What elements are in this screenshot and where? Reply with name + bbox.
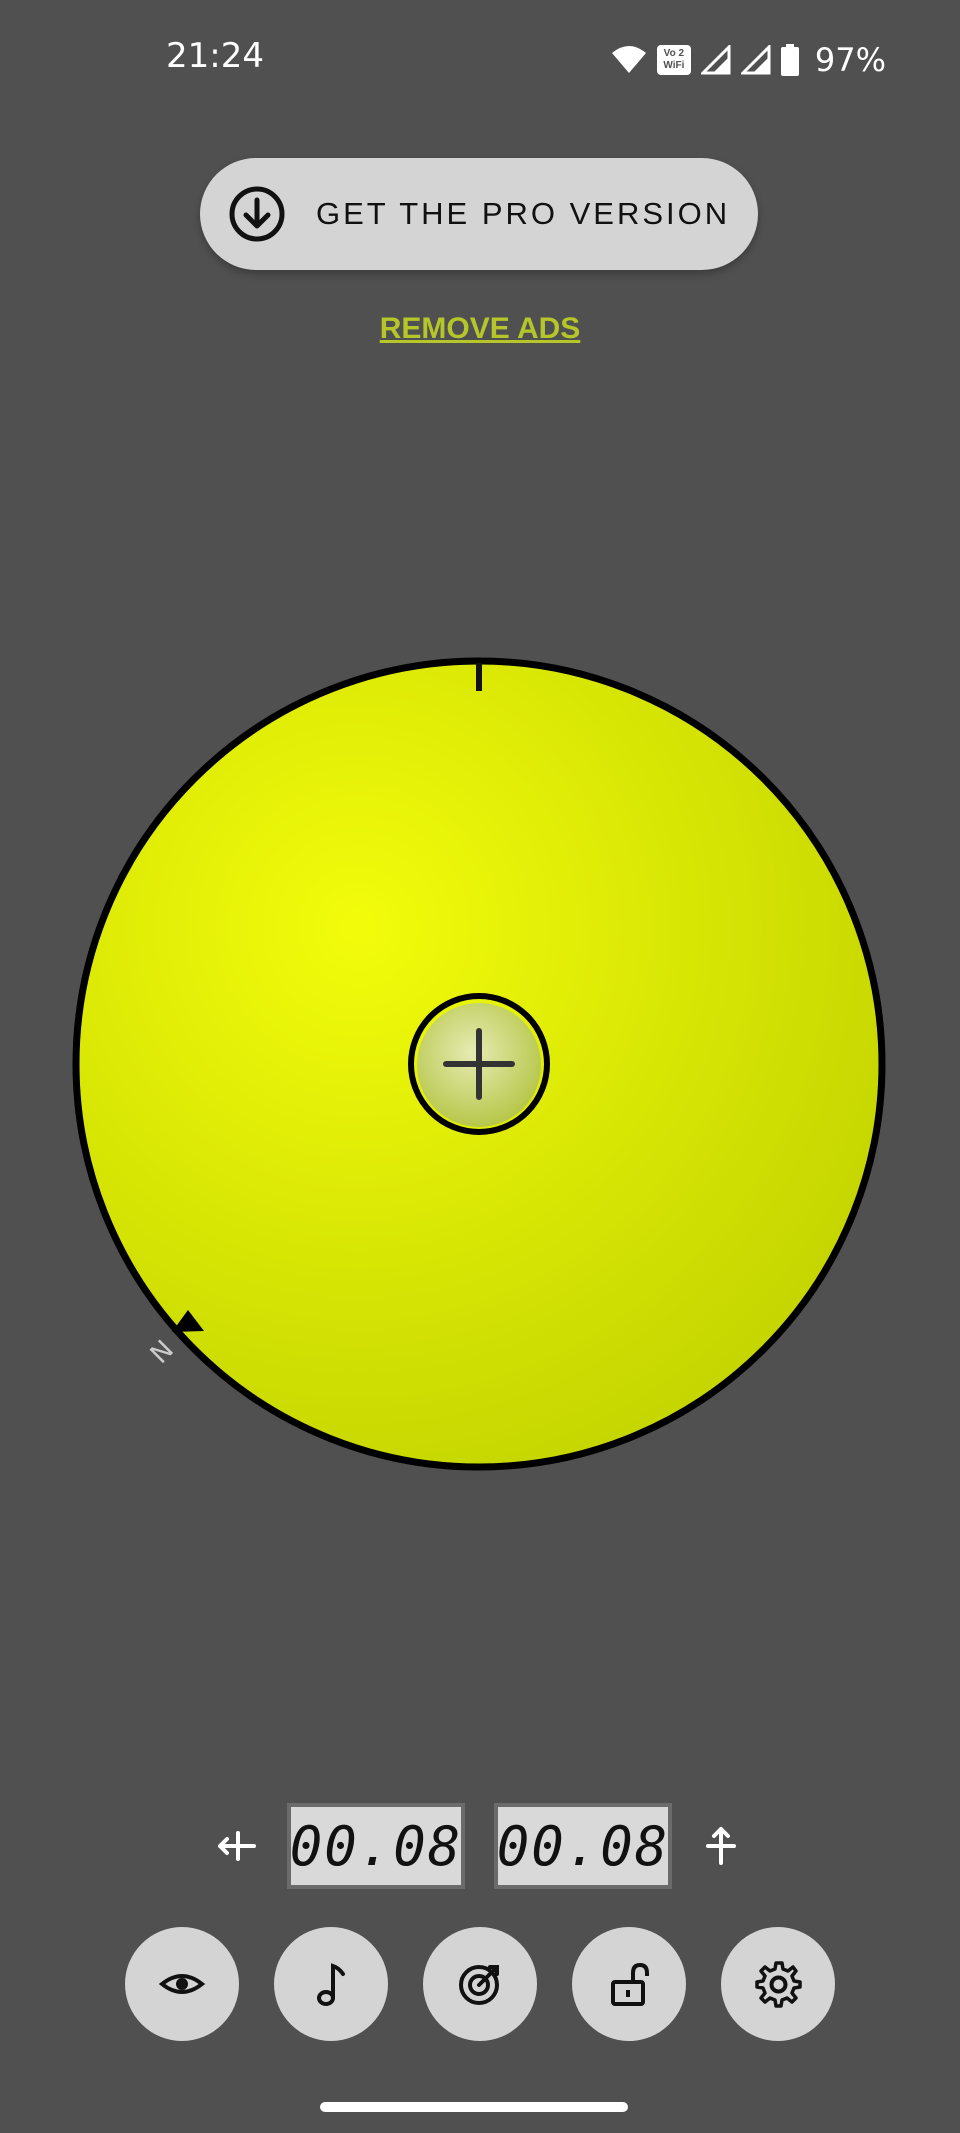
pro-version-label: GET THE PRO VERSION xyxy=(316,196,731,231)
vowifi-icon: Vo 2 WiFi xyxy=(656,45,691,75)
app-screen: 21:24 Vo 2 WiFi 97% GET THE PRO VERSION … xyxy=(0,0,960,2133)
signal-icon xyxy=(700,45,731,75)
unlock-icon xyxy=(611,1962,649,2006)
x-tilt-display: 00.08 xyxy=(287,1803,465,1889)
remove-ads-link[interactable]: REMOVE ADS xyxy=(0,312,960,346)
download-circle-icon xyxy=(229,186,285,242)
home-indicator[interactable] xyxy=(320,2102,628,2112)
status-icons: Vo 2 WiFi 97% xyxy=(611,40,886,80)
battery-icon xyxy=(780,44,799,76)
bubble-level: N xyxy=(72,657,886,1471)
sound-button[interactable] xyxy=(274,1927,388,2041)
target-icon xyxy=(459,1965,499,2005)
north-label: N xyxy=(145,1335,180,1370)
lock-button[interactable] xyxy=(572,1927,686,2041)
vowifi-line2: WiFi xyxy=(663,60,685,71)
status-bar: 21:24 Vo 2 WiFi 97% xyxy=(0,0,960,120)
vowifi-line1: Vo 2 xyxy=(663,48,685,59)
tilt-readouts: 00.08 00.08 xyxy=(0,1803,960,1889)
vertical-axis-icon xyxy=(706,1827,736,1865)
visibility-button[interactable] xyxy=(125,1927,239,2041)
gear-icon xyxy=(755,1961,802,2008)
y-tilt-display: 00.08 xyxy=(494,1803,672,1889)
battery-percent: 97% xyxy=(814,41,886,79)
signal-icon xyxy=(740,45,771,75)
calibrate-button[interactable] xyxy=(423,1927,537,2041)
horizontal-axis-icon xyxy=(218,1831,256,1861)
get-pro-version-button[interactable]: GET THE PRO VERSION xyxy=(200,158,758,270)
settings-button[interactable] xyxy=(721,1927,835,2041)
status-time: 21:24 xyxy=(166,36,264,76)
music-note-icon xyxy=(317,1963,345,2006)
eye-icon xyxy=(158,1974,206,1994)
control-bar xyxy=(0,1927,960,2041)
wifi-icon xyxy=(611,46,646,73)
